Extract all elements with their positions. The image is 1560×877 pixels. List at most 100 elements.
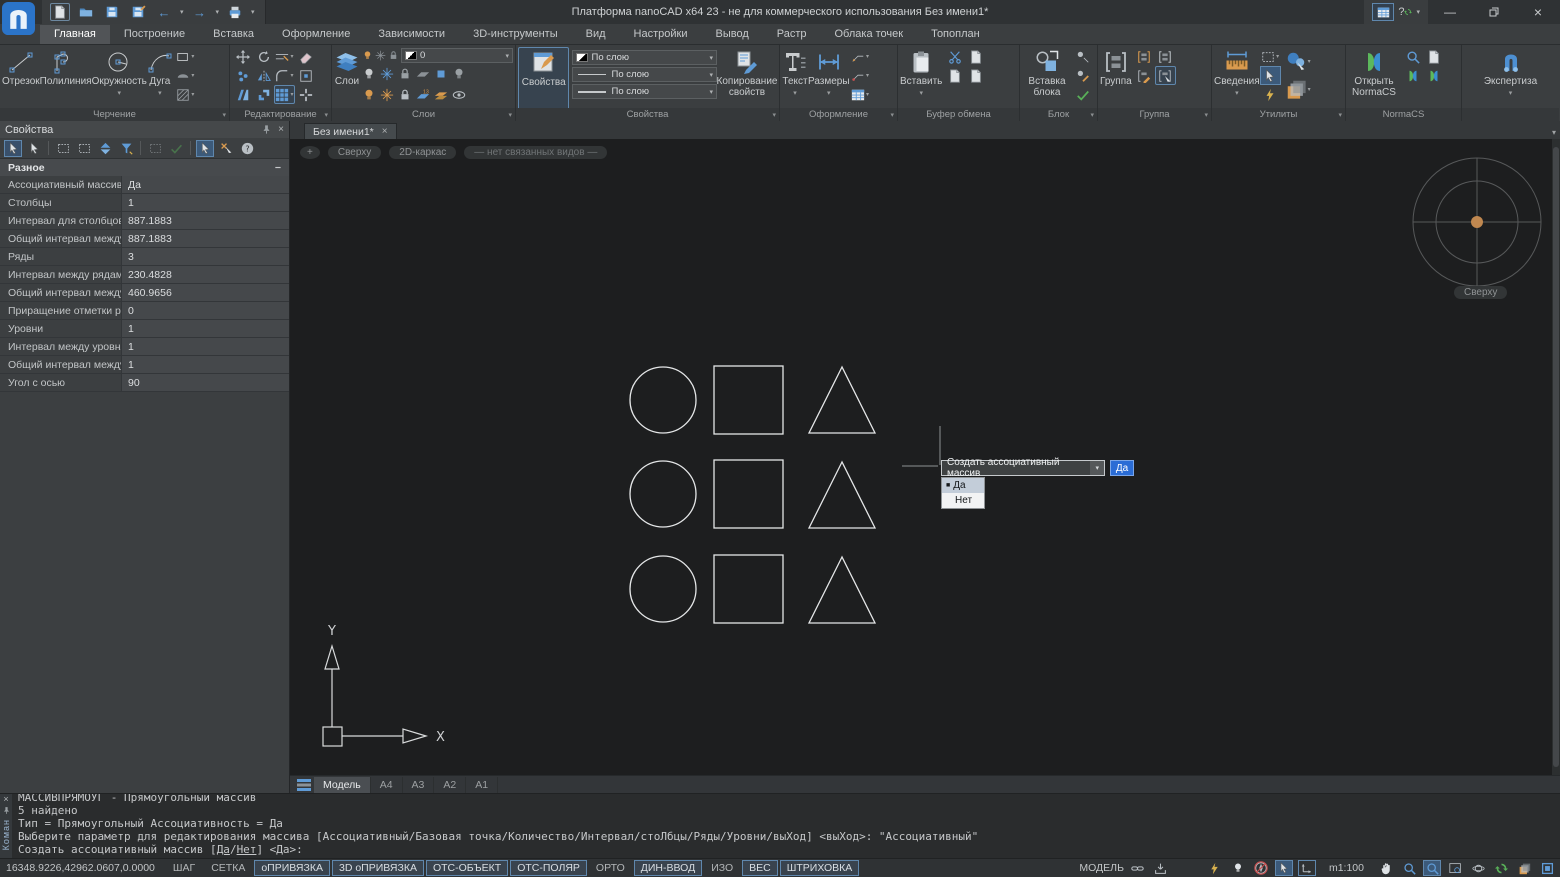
- close-button[interactable]: ×: [1516, 0, 1560, 24]
- group-label-properties[interactable]: Свойства ▾: [516, 108, 779, 121]
- layout-tab-model[interactable]: Модель: [314, 776, 371, 793]
- properties-section-misc[interactable]: Разное −: [0, 159, 289, 176]
- draw-order-button[interactable]: ▾: [1283, 75, 1313, 103]
- open-file-button[interactable]: [76, 3, 96, 21]
- rotate-button[interactable]: [253, 47, 274, 66]
- match-properties-button[interactable]: Копирование свойств: [717, 47, 777, 110]
- polyline-button[interactable]: Полилиния: [40, 47, 92, 110]
- tab-vid[interactable]: Вид: [572, 25, 620, 44]
- tab-topoplan[interactable]: Топоплан: [917, 25, 994, 44]
- tab-3d-instrumenty[interactable]: 3D-инструменты: [459, 25, 572, 44]
- array-button[interactable]: ▾: [274, 85, 295, 104]
- invert-selection-button[interactable]: [96, 140, 114, 157]
- toggle-grid[interactable]: СЕТКА: [204, 860, 252, 876]
- group-edit-button[interactable]: [1134, 66, 1155, 85]
- selection-filter-button-panel[interactable]: [117, 140, 135, 157]
- copy-base-button[interactable]: [965, 66, 986, 85]
- group-label-layers[interactable]: Слои ▾: [332, 108, 515, 121]
- line-button[interactable]: Отрезок: [2, 47, 40, 110]
- block-edit-button[interactable]: [1072, 85, 1093, 104]
- zoom-extents-icon[interactable]: [1446, 860, 1464, 876]
- cancel-pick-button[interactable]: [217, 140, 235, 157]
- group-label-block[interactable]: Блок ▾: [1020, 108, 1097, 121]
- toggle-iso[interactable]: ИЗО: [704, 860, 740, 876]
- canvas-scrollbar[interactable]: [1552, 139, 1560, 775]
- multileader-button[interactable]: ▾: [850, 47, 871, 66]
- compass-disabled-icon[interactable]: [1252, 860, 1270, 876]
- redo-dropdown[interactable]: ▾: [216, 8, 220, 16]
- layout-tab-a2[interactable]: А2: [434, 776, 467, 793]
- tab-oformlenie[interactable]: Оформление: [268, 25, 364, 44]
- layer-light-button[interactable]: [452, 66, 466, 84]
- viewport-link-icon[interactable]: [1129, 860, 1147, 876]
- pan-hand-icon[interactable]: [1377, 860, 1395, 876]
- insert-block-button[interactable]: Вставка блока: [1022, 47, 1072, 110]
- pick-point-button[interactable]: [196, 139, 214, 157]
- viewport-linked-views[interactable]: — нет связанных видов —: [464, 146, 608, 159]
- stretch-button[interactable]: [232, 85, 253, 104]
- layer-move-button[interactable]: 13: [416, 87, 430, 105]
- layer-select[interactable]: 0 ▾: [401, 48, 513, 63]
- toggle-dynamic-input[interactable]: ДИН-ВВОД: [633, 860, 703, 876]
- scale-button[interactable]: [253, 85, 274, 104]
- group-label-group[interactable]: Группа ▾: [1098, 108, 1211, 121]
- fullscreen-icon[interactable]: [1538, 860, 1556, 876]
- command-history[interactable]: МАССИВПРЯМОУГ - Прямоугольный массив 5 н…: [12, 794, 1560, 858]
- color-select[interactable]: По слою ▾: [572, 50, 717, 65]
- apply-button[interactable]: [167, 140, 185, 157]
- document-tab[interactable]: Без имени1* ×: [304, 123, 397, 139]
- annotation-tray-icon[interactable]: [1152, 860, 1170, 876]
- group-label-utilities[interactable]: Утилиты ▾: [1212, 108, 1345, 121]
- new-file-button[interactable]: [50, 3, 70, 21]
- group-label-draw[interactable]: Черчение ▾: [0, 108, 229, 121]
- toggle-osnap[interactable]: оПРИВЯЗКА: [254, 860, 330, 876]
- undo-dropdown[interactable]: ▾: [180, 8, 184, 16]
- save-as-button[interactable]: [128, 3, 148, 21]
- help-button[interactable]: ?: [1398, 6, 1412, 18]
- attr-edit-button[interactable]: [1072, 66, 1093, 85]
- toggle-hatch[interactable]: ШТРИХОВКА: [779, 860, 860, 876]
- quick-select-button[interactable]: ▾: [1260, 47, 1281, 66]
- paste-button[interactable]: Вставить ▾: [900, 47, 942, 110]
- chevron-down-icon[interactable]: ▾: [1090, 461, 1104, 475]
- dyn-input-value[interactable]: Да: [1110, 460, 1134, 476]
- selection-cursor-icon[interactable]: [1274, 860, 1293, 876]
- save-button[interactable]: [102, 3, 122, 21]
- tab-rastr[interactable]: Растр: [763, 25, 821, 44]
- toggle-lineweight[interactable]: ВЕС: [742, 860, 778, 876]
- tab-close-icon[interactable]: ×: [382, 126, 388, 137]
- layout-tab-a3[interactable]: А3: [403, 776, 435, 793]
- tab-vstavka[interactable]: Вставка: [199, 25, 268, 44]
- print-button[interactable]: [225, 3, 245, 21]
- viewport-view-control[interactable]: Сверху: [327, 146, 382, 159]
- ucs-toggle-icon[interactable]: [1297, 860, 1316, 876]
- bulb-icon[interactable]: [1229, 860, 1247, 876]
- orbit-icon[interactable]: [1469, 860, 1487, 876]
- collapse-icon[interactable]: −: [275, 162, 281, 174]
- measure-button[interactable]: Сведения ▾: [1214, 47, 1260, 110]
- nanocad-logo-icon[interactable]: [2, 2, 35, 35]
- quick-select-panel-button[interactable]: [146, 140, 164, 157]
- group-label-normacs[interactable]: NormaCS: [1346, 108, 1461, 121]
- select-object-button[interactable]: [25, 140, 43, 157]
- workspace-button[interactable]: [1372, 3, 1395, 21]
- panel-pin-icon[interactable]: [261, 124, 272, 135]
- group-label-format[interactable]: Оформление ▾: [780, 108, 897, 121]
- select-window-button[interactable]: [54, 140, 72, 157]
- layer-thaw-button[interactable]: [380, 87, 394, 105]
- group-select-toggle[interactable]: [1154, 66, 1176, 85]
- fillet-button[interactable]: ▾: [274, 66, 295, 85]
- tab-list-chevron[interactable]: ▾: [1552, 128, 1556, 137]
- add-to-selection-button[interactable]: [4, 139, 22, 157]
- open-normacs-button[interactable]: Открыть NormaCS: [1348, 47, 1400, 110]
- arc-button[interactable]: Дуга ▾: [147, 47, 173, 110]
- minimize-button[interactable]: —: [1428, 0, 1472, 24]
- zoom-icon[interactable]: [1400, 860, 1418, 876]
- leader-edit-button[interactable]: ▾: [850, 66, 871, 85]
- layer-on-orange-button[interactable]: [362, 87, 376, 105]
- command-close-icon[interactable]: ×: [3, 795, 8, 804]
- group-label-clipboard[interactable]: Буфер обмена: [898, 108, 1019, 121]
- group-label-edit[interactable]: Редактирование ▾: [230, 108, 331, 121]
- erase-button[interactable]: [295, 47, 316, 66]
- locator-view-label[interactable]: Сверху: [1454, 286, 1508, 299]
